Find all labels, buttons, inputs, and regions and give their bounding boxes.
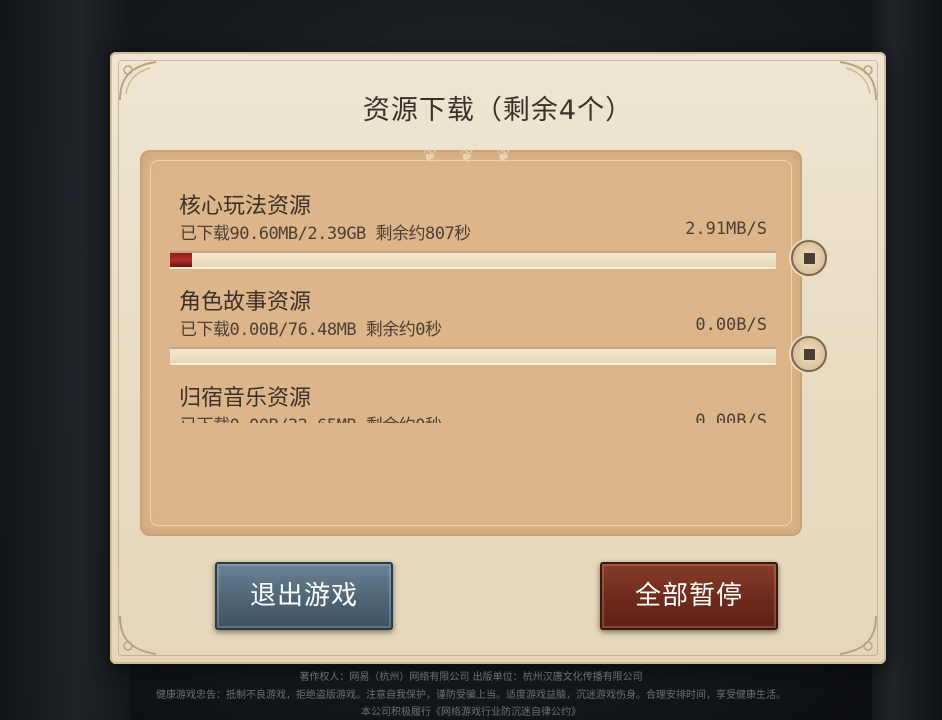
resource-name: 归宿音乐资源 bbox=[179, 386, 312, 411]
corner-ornament bbox=[119, 615, 157, 655]
footer-copyright: 著作权人：网易（杭州）网络有限公司 出版单位：杭州汉唐文化传播有限公司 bbox=[299, 672, 643, 683]
progress-bar bbox=[170, 251, 776, 269]
resource-progress-text: 已下载0.00B/76.48MB 剩余约0秒 bbox=[180, 320, 442, 340]
resource-item: 角色故事资源 已下载0.00B/76.48MB 剩余约0秒 0.00B/S bbox=[140, 279, 840, 375]
resource-progress-text: 已下载0.00B/32.65MB 剩余约0秒 bbox=[180, 411, 442, 423]
panel-ornament: ❦ ❦ ❦ bbox=[422, 146, 520, 167]
resource-name: 角色故事资源 bbox=[179, 290, 312, 315]
resource-speed: 0.00B/S bbox=[695, 315, 767, 335]
resource-name: 核心玩法资源 bbox=[179, 194, 312, 219]
resource-speed: 0.00B/S bbox=[695, 411, 767, 423]
footer-anti-addiction: 本公司积极履行《网络游戏行业防沉迷自律公约》 bbox=[361, 707, 581, 718]
progress-bar bbox=[170, 347, 776, 365]
resource-progress-text: 已下载90.60MB/2.39GB 剩余约807秒 bbox=[180, 224, 471, 244]
resource-list[interactable]: 核心玩法资源 已下载90.60MB/2.39GB 剩余约807秒 2.91MB/… bbox=[140, 183, 840, 423]
dialog-title: 资源下载（剩余4个） bbox=[362, 95, 634, 126]
stop-square-icon bbox=[804, 349, 815, 360]
corner-ornament bbox=[839, 615, 877, 655]
resource-item: 核心玩法资源 已下载90.60MB/2.39GB 剩余约807秒 2.91MB/… bbox=[140, 183, 840, 279]
resource-item: 归宿音乐资源 已下载0.00B/32.65MB 剩余约0秒 0.00B/S bbox=[140, 375, 840, 423]
pause-download-button[interactable] bbox=[791, 240, 827, 276]
progress-fill bbox=[170, 253, 193, 267]
resource-speed: 2.91MB/S bbox=[685, 219, 767, 239]
footer-health-notice: 健康游戏忠告：抵制不良游戏，拒绝盗版游戏。注意自我保护，谨防受骗上当。适度游戏益… bbox=[156, 690, 786, 701]
exit-game-button[interactable]: 退出游戏 bbox=[215, 562, 393, 630]
stop-square-icon bbox=[804, 253, 815, 264]
pause-all-button[interactable]: 全部暂停 bbox=[600, 562, 778, 630]
pause-download-button[interactable] bbox=[791, 336, 827, 372]
